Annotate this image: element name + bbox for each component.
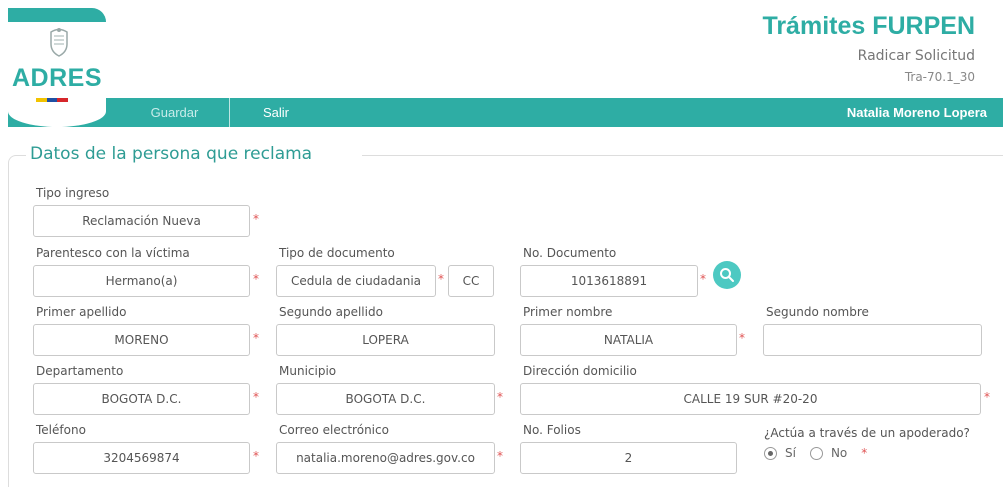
apoderado-radio-group: Sí No *: [764, 446, 867, 460]
app-title: Trámites FURPEN: [762, 12, 975, 40]
coat-of-arms-icon: [50, 28, 68, 57]
tipo-documento-code: CC: [448, 265, 494, 297]
required-mark: *: [861, 446, 868, 460]
navbar: Guardar Salir Natalia Moreno Lopera: [8, 98, 1003, 127]
direccion-input[interactable]: CALLE 19 SUR #20-20: [520, 383, 981, 415]
section-title: Datos de la persona que reclama: [26, 144, 362, 164]
tipo-ingreso-label: Tipo ingreso: [36, 186, 110, 200]
required-mark: *: [739, 331, 745, 345]
required-mark: *: [497, 390, 503, 404]
radio-si-label: Sí: [785, 446, 796, 460]
required-mark: *: [984, 390, 990, 404]
tipo-ingreso-select[interactable]: Reclamación Nueva: [33, 205, 250, 237]
radio-no-label: No: [830, 446, 848, 460]
no-documento-input[interactable]: 1013618891: [520, 265, 698, 297]
segundo-apellido-input[interactable]: LOPERA: [276, 324, 495, 356]
telefono-label: Teléfono: [36, 423, 86, 437]
correo-label: Correo electrónico: [279, 423, 389, 437]
primer-nombre-input[interactable]: NATALIA: [520, 324, 737, 356]
apoderado-label: ¿Actúa a través de un apoderado?: [764, 426, 970, 440]
required-mark: *: [253, 449, 259, 463]
salir-button[interactable]: Salir: [263, 98, 289, 127]
app-subtitle: Radicar Solicitud: [857, 48, 975, 64]
guardar-button[interactable]: Guardar: [120, 98, 230, 127]
municipio-label: Municipio: [279, 364, 337, 378]
segundo-nombre-input[interactable]: [763, 324, 982, 356]
primer-nombre-label: Primer nombre: [523, 305, 613, 319]
logo-tab-band: [8, 8, 106, 22]
folios-label: No. Folios: [523, 423, 581, 437]
app-code: Tra-70.1_30: [904, 70, 975, 84]
parentesco-select[interactable]: Hermano(a): [33, 265, 250, 297]
tipo-documento-select[interactable]: Cedula de ciudadania: [276, 265, 436, 297]
no-documento-label: No. Documento: [523, 246, 617, 260]
user-name: Natalia Moreno Lopera: [846, 105, 987, 120]
correo-input[interactable]: natalia.moreno@adres.gov.co: [276, 442, 495, 474]
direccion-label: Dirección domicilio: [523, 364, 637, 378]
search-document-button[interactable]: [713, 261, 741, 289]
required-mark: *: [497, 449, 503, 463]
departamento-label: Departamento: [36, 364, 124, 378]
required-mark: *: [438, 272, 444, 286]
search-icon: [720, 268, 734, 282]
logo-text: ADRES: [12, 64, 103, 92]
primer-apellido-input[interactable]: MORENO: [33, 324, 250, 356]
radio-si[interactable]: [764, 446, 777, 460]
required-mark: *: [253, 331, 259, 345]
primer-apellido-label: Primer apellido: [36, 305, 127, 319]
required-mark: *: [253, 390, 259, 404]
required-mark: *: [700, 272, 706, 286]
municipio-select[interactable]: BOGOTA D.C.: [276, 383, 495, 415]
segundo-nombre-label: Segundo nombre: [766, 305, 869, 319]
folios-input[interactable]: 2: [520, 442, 737, 474]
parentesco-label: Parentesco con la víctima: [36, 246, 190, 260]
segundo-apellido-label: Segundo apellido: [279, 305, 383, 319]
radio-selected-dot: [768, 450, 773, 456]
departamento-select[interactable]: BOGOTA D.C.: [33, 383, 250, 415]
radio-no[interactable]: [809, 446, 823, 460]
required-mark: *: [253, 272, 259, 286]
required-mark: *: [253, 212, 259, 226]
tipo-documento-label: Tipo de documento: [279, 246, 395, 260]
telefono-input[interactable]: 3204569874: [33, 442, 250, 474]
flag-stripe-bottom: [36, 98, 69, 102]
